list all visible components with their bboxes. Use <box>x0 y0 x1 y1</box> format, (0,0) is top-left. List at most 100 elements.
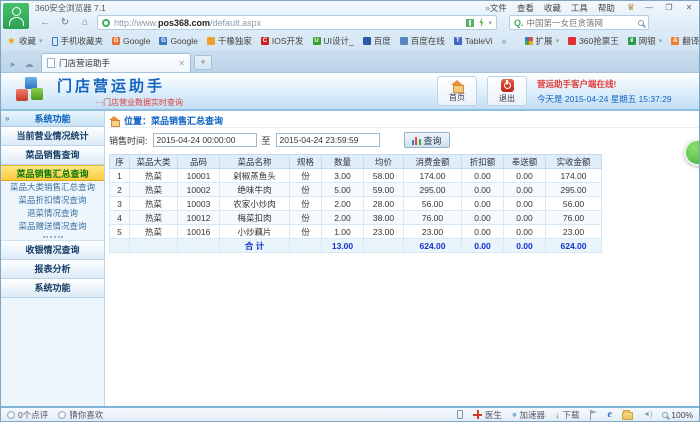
bookmark-baidu[interactable]: 百度 <box>363 35 391 47</box>
menu-help[interactable]: 帮助 <box>598 2 615 14</box>
sidebar-item-system-functions[interactable]: 系统功能 <box>1 279 104 298</box>
bookmark-baidu-online[interactable]: 百度在线 <box>400 35 445 47</box>
reviews-status[interactable]: 0个点评 <box>7 409 48 421</box>
phone-icon <box>52 37 58 46</box>
minimize-button[interactable]: — <box>639 3 659 12</box>
tool-extensions[interactable]: 扩展▾ <box>525 35 560 47</box>
sales-summary-table: 序 菜品大类 品码 菜品名称 规格 数量 均价 消费金额 折扣额 奉送额 实收金… <box>109 154 602 253</box>
search-box[interactable]: Q. <box>509 15 649 30</box>
date-to-input[interactable] <box>276 133 380 147</box>
table-cell: 0.00 <box>462 211 504 225</box>
bookmark-favicon-icon <box>363 37 371 45</box>
bookmark-favicon-icon: G <box>159 37 167 45</box>
table-cell: 0.00 <box>462 239 504 253</box>
accelerator-button[interactable]: »加速器 <box>512 409 545 421</box>
menu-view[interactable]: 查看 <box>517 2 534 14</box>
speed-lightning-icon[interactable] <box>478 18 484 28</box>
date-from-input[interactable] <box>153 133 257 147</box>
sidebar-collapse-grip[interactable] <box>1 233 104 241</box>
bookmark-tablevi[interactable]: TTableVi <box>454 36 493 46</box>
table-cell: 3 <box>110 197 130 211</box>
search-magnifier-icon[interactable] <box>638 20 644 26</box>
refresh-button[interactable]: ↻ <box>57 16 73 30</box>
search-input[interactable] <box>527 18 635 28</box>
menu-tools[interactable]: 工具 <box>571 2 588 14</box>
sidebar-item-category-sales-summary[interactable]: 菜品大类销售汇总查询 <box>1 181 104 194</box>
sidebar-item-returned-dish-query[interactable]: 退菜情况查询 <box>1 207 104 220</box>
tool-ticket-king[interactable]: 360抢票王 <box>568 35 619 47</box>
table-cell: 2 <box>110 183 130 197</box>
bookmark-mobile-favorites[interactable]: 手机收藏夹 <box>52 35 104 47</box>
vip-crown-icon[interactable]: ♛ <box>627 2 635 13</box>
table-cell: 0.00 <box>462 183 504 197</box>
table-cell: 0.00 <box>504 197 546 211</box>
address-bar[interactable]: http://www.pos368.com/default.aspx ▾ <box>97 15 497 30</box>
bookmark-ui-design[interactable]: UUI设计_ <box>313 35 354 47</box>
collapse-icon[interactable]: » <box>5 114 9 123</box>
flag-button[interactable] <box>590 410 598 420</box>
download-arrow-icon: ↓ <box>555 410 560 420</box>
sidebar-item-discount-query[interactable]: 菜品折扣情况查询 <box>1 194 104 207</box>
bookmark-qianxiang[interactable]: 千橡独家 <box>207 35 252 47</box>
cloud-sync-icon[interactable]: ☁ <box>21 56 37 72</box>
restore-button[interactable]: ❐ <box>659 3 679 12</box>
sidebar-toggle-icon[interactable]: ▸ <box>5 56 21 72</box>
tab-close-icon[interactable]: ✕ <box>178 59 185 68</box>
speaker-button[interactable]: ◄) <box>643 411 652 418</box>
bookmarks-overflow-icon[interactable]: » <box>502 36 507 46</box>
table-cell: 23.00 <box>404 225 462 239</box>
tab-store-assistant[interactable]: 门店营运助手 ✕ <box>41 53 191 72</box>
sidebar-item-cashier-query[interactable]: 收银情况查询 <box>1 241 104 260</box>
user-avatar-icon[interactable] <box>3 3 29 29</box>
bookmark-ios-dev[interactable]: CIOS开发 <box>261 35 304 47</box>
ticket-icon <box>568 37 576 45</box>
main-content: 位置：菜品销售汇总查询 销售时间: 至 查询 序 <box>105 111 699 406</box>
bookmark-google-1[interactable]: GGoogle <box>112 36 150 46</box>
chevron-down-icon[interactable]: ▾ <box>488 19 492 27</box>
query-button[interactable]: 查询 <box>404 132 450 148</box>
bookmark-google-2[interactable]: GGoogle <box>159 36 197 46</box>
bookmark-favorites[interactable]: ★收藏▾ <box>7 35 43 47</box>
table-cell: 28.00 <box>364 197 404 211</box>
table-cell: 绝味牛肉 <box>220 183 290 197</box>
table-cell: 295.00 <box>404 183 462 197</box>
tool-translate[interactable]: A翻译▾ <box>671 35 699 47</box>
table-cell: 0.00 <box>504 183 546 197</box>
mobile-status-button[interactable] <box>457 410 463 419</box>
table-cell: 10001 <box>178 169 220 183</box>
table-cell: 0.00 <box>504 211 546 225</box>
table-cell: 0.00 <box>504 225 546 239</box>
col-paid-amount: 实收金额 <box>546 155 602 169</box>
back-button[interactable]: ← <box>37 16 53 30</box>
home-button[interactable]: ⌂ <box>77 16 93 30</box>
sidebar-item-current-business-stats[interactable]: 当前营业情况统计 <box>1 127 104 146</box>
doctor-button[interactable]: 医生 <box>473 409 502 421</box>
rocket-icon: » <box>510 410 520 420</box>
recommend-status[interactable]: 猜你喜欢 <box>58 409 103 421</box>
tool-ebank[interactable]: ¥网银▾ <box>628 35 663 47</box>
app-title: 门店营运助手 <box>57 75 183 96</box>
app-exit-button[interactable]: 退出 <box>487 76 527 106</box>
app-home-button[interactable]: 首页 <box>437 76 477 106</box>
sidebar-item-dish-sales-summary[interactable]: 菜品销售汇总查询 <box>1 165 104 181</box>
col-seq: 序 <box>110 155 130 169</box>
sidebar-item-report-analysis[interactable]: 报表分析 <box>1 260 104 279</box>
ie-mode-button[interactable]: e <box>608 409 612 420</box>
close-button[interactable]: ✕ <box>679 3 699 12</box>
download-button[interactable]: ↓下载 <box>555 409 580 421</box>
star-icon: ★ <box>7 36 16 47</box>
sidebar-item-gift-dish-query[interactable]: 菜品赠送情况查询 <box>1 220 104 233</box>
menu-file[interactable]: 文件 <box>490 2 507 14</box>
sidebar-item-dish-sales-query[interactable]: 菜品销售查询 <box>1 146 104 165</box>
zoom-magnifier-icon <box>662 412 668 418</box>
new-tab-button[interactable]: + <box>194 55 212 70</box>
menu-favorites[interactable]: 收藏 <box>544 2 561 14</box>
bookmark-favicon-icon: T <box>454 37 462 45</box>
folder-button[interactable] <box>622 410 633 420</box>
zoom-control[interactable]: 100% <box>662 410 693 420</box>
house-icon <box>451 80 464 91</box>
doctor-cross-icon <box>473 410 482 419</box>
sidebar-header[interactable]: »系统功能 <box>1 111 104 127</box>
qrcode-icon[interactable] <box>466 19 474 27</box>
bookmarks-bar: ★收藏▾ 手机收藏夹 GGoogle GGoogle 千橡独家 CIOS开发 U… <box>1 31 699 51</box>
